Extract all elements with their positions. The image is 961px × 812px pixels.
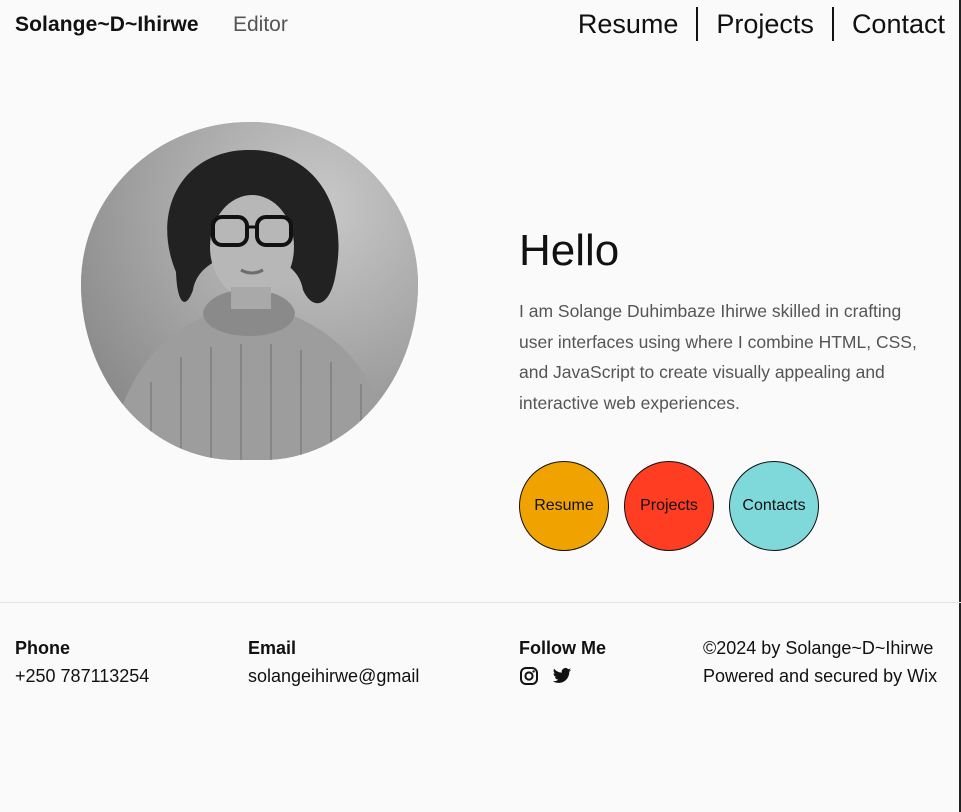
- nav-contact[interactable]: Contact: [834, 6, 945, 42]
- main-nav: Resume Projects Contact: [578, 6, 945, 42]
- site-brand[interactable]: Solange~D~Ihirwe: [15, 13, 199, 37]
- profile-photo: [81, 122, 418, 460]
- page: Solange~D~Ihirwe Editor Resume Projects …: [0, 0, 961, 812]
- projects-button[interactable]: Projects: [624, 461, 714, 551]
- social-links: [519, 666, 572, 686]
- hero-heading: Hello: [519, 226, 620, 275]
- email-address[interactable]: solangeihirwe@gmail: [248, 666, 419, 687]
- email-label: Email: [248, 638, 297, 658]
- hero-intro: I am Solange Duhimbaze Ihirwe skilled in…: [519, 301, 917, 413]
- contacts-button[interactable]: Contacts: [729, 461, 819, 551]
- copyright-text: ©2024 by Solange~D~Ihirwe: [703, 638, 934, 658]
- site-role: Editor: [233, 13, 288, 36]
- powered-by-text[interactable]: Powered and secured by Wix: [703, 666, 937, 687]
- resume-button[interactable]: Resume: [519, 461, 609, 551]
- twitter-icon[interactable]: [552, 666, 572, 686]
- follow-label: Follow Me: [519, 638, 606, 658]
- nav-resume[interactable]: Resume: [578, 6, 697, 42]
- footer-divider: [0, 602, 961, 603]
- instagram-icon[interactable]: [519, 666, 539, 686]
- phone-number: +250 787113254: [15, 666, 150, 686]
- phone-label: Phone: [15, 638, 71, 658]
- nav-projects[interactable]: Projects: [698, 6, 832, 42]
